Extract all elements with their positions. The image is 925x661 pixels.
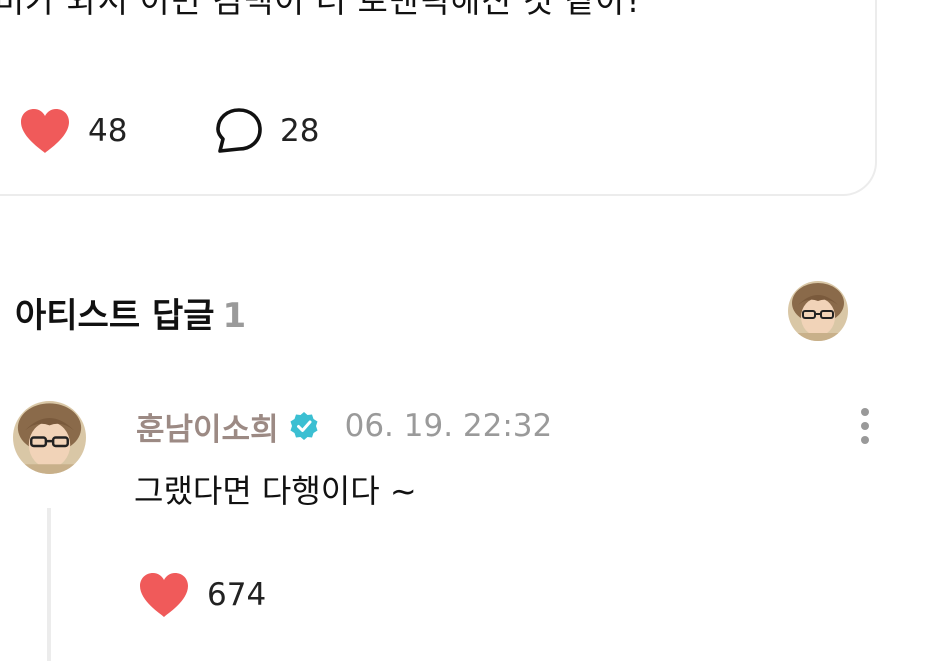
- reply-timestamp: 06. 19. 22:32: [344, 408, 553, 444]
- artist-avatar-filter[interactable]: [788, 281, 848, 341]
- speech-bubble-icon: [216, 108, 262, 153]
- reply-text: 그랬다면 다행이다 ~: [134, 472, 417, 510]
- more-vertical-icon-dot: [861, 408, 869, 416]
- verified-badge-icon: [290, 412, 318, 440]
- more-vertical-icon-dot: [861, 436, 869, 444]
- post-card: 비가 와서 이번 컴백이 더 로맨틱해진 것 같아!: [0, 0, 877, 196]
- more-vertical-icon-dot: [861, 422, 869, 430]
- artist-replies-header: 아티스트 답글 1: [15, 288, 246, 337]
- reply-like-count: 674: [207, 577, 267, 613]
- artist-replies-title: 아티스트 답글: [15, 296, 215, 336]
- heart-icon: [21, 109, 69, 153]
- artist-avatar-image: [788, 281, 848, 341]
- post-comment-count: 28: [280, 113, 320, 149]
- post-comment-button[interactable]: 28: [214, 104, 319, 158]
- reply-author-name[interactable]: 훈남이소희: [136, 404, 279, 449]
- heart-icon: [140, 573, 188, 617]
- artist-reply-page: 비가 와서 이번 컴백이 더 로맨틱해진 것 같아! 48 28 아티스트 답글…: [0, 0, 925, 661]
- reply-author-avatar[interactable]: [13, 401, 86, 474]
- reply-like-button[interactable]: 674: [137, 568, 266, 622]
- reply-author-avatar-image: [13, 401, 86, 474]
- post-like-count: 48: [88, 113, 128, 149]
- post-text: 비가 와서 이번 컴백이 더 로맨틱해진 것 같아!: [0, 0, 641, 20]
- post-like-button[interactable]: 48: [18, 104, 127, 158]
- thread-line: [47, 508, 51, 661]
- reply-meta: 훈남이소희 06. 19. 22:32: [136, 404, 552, 448]
- more-options-button[interactable]: [850, 404, 880, 448]
- artist-replies-count: 1: [222, 296, 247, 336]
